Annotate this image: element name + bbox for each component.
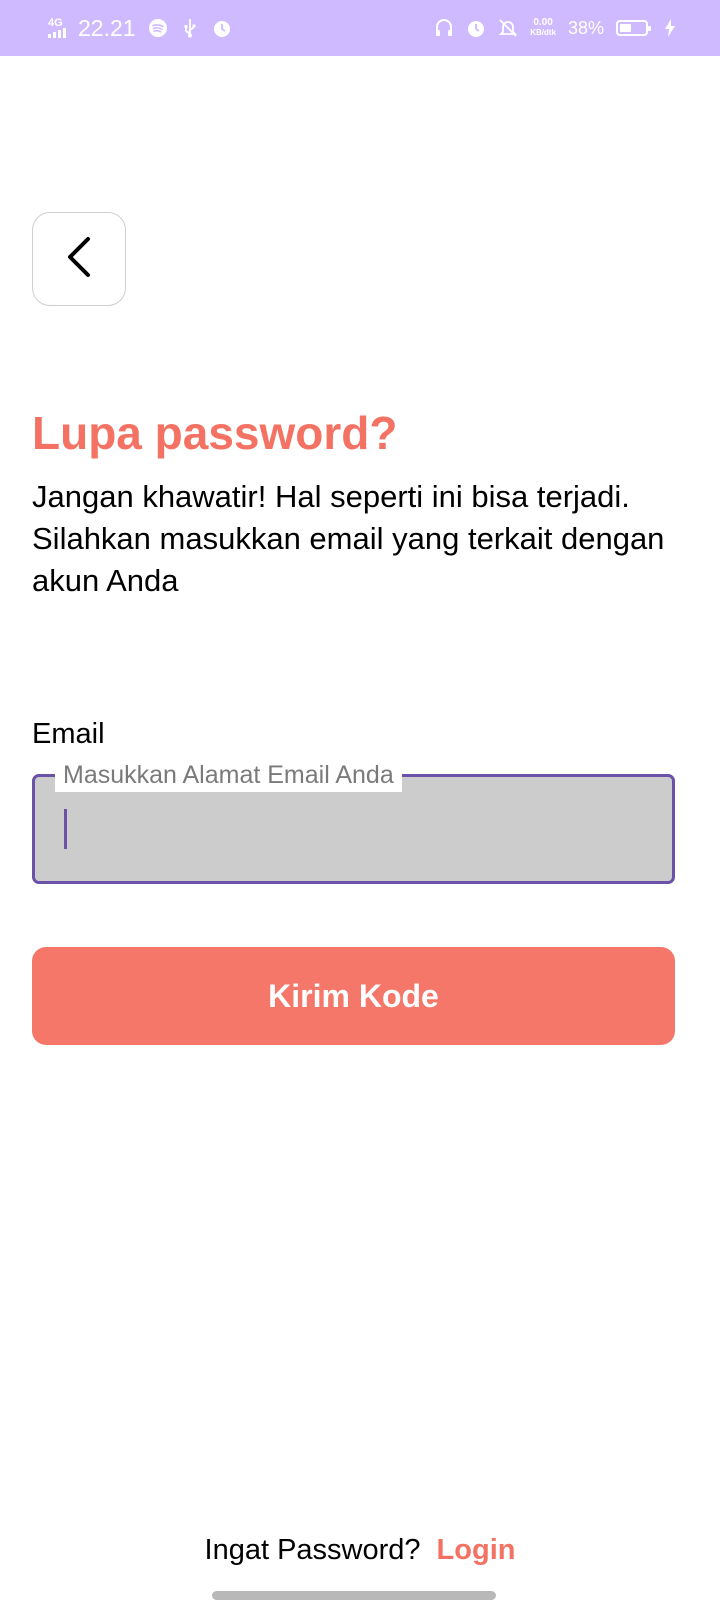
network-speed-value: 0.00 <box>533 17 553 28</box>
status-bar-right: 0.00 KB/dtk 38% <box>434 18 680 39</box>
status-time: 22.21 <box>78 14 136 41</box>
footer: Ingat Password? Login <box>0 1534 720 1567</box>
status-bar: 4G 22.21 0.00 KB/dtk 38% <box>0 0 720 56</box>
signal-icon <box>48 28 66 38</box>
charging-icon <box>660 18 680 38</box>
network-speed-unit: KB/dtk <box>530 28 556 37</box>
alarm-icon <box>212 18 232 38</box>
login-link[interactable]: Login <box>437 1534 516 1567</box>
network-speed: 0.00 KB/dtk <box>530 18 556 38</box>
send-code-button[interactable]: Kirim Kode <box>32 947 675 1045</box>
email-input[interactable] <box>35 777 672 881</box>
battery-percent: 38% <box>567 17 604 38</box>
notifications-off-icon <box>498 18 518 38</box>
network-indicator: 4G <box>48 18 66 38</box>
text-cursor <box>64 809 67 849</box>
spotify-icon <box>148 18 168 38</box>
battery-icon <box>616 20 651 36</box>
status-bar-left: 4G 22.21 <box>48 15 232 42</box>
remember-password-text: Ingat Password? <box>204 1534 421 1566</box>
description-line-1: Jangan khawatir! Hal seperti ini bisa te… <box>32 479 630 514</box>
alarm-icon <box>466 18 486 38</box>
email-placeholder-label: Masukkan Alamat Email Anda <box>55 758 402 792</box>
chevron-left-icon <box>64 236 94 283</box>
page-description: Jangan khawatir! Hal seperti ini bisa te… <box>32 476 672 602</box>
page-title: Lupa password? <box>32 407 398 459</box>
email-label: Email <box>32 718 105 750</box>
headphones-icon <box>434 18 454 38</box>
back-button[interactable] <box>32 212 126 306</box>
network-type: 4G <box>48 17 63 29</box>
usb-icon <box>180 18 200 38</box>
description-line-2: Silahkan masukkan email yang terkait den… <box>32 521 665 598</box>
home-indicator[interactable] <box>212 1591 496 1600</box>
